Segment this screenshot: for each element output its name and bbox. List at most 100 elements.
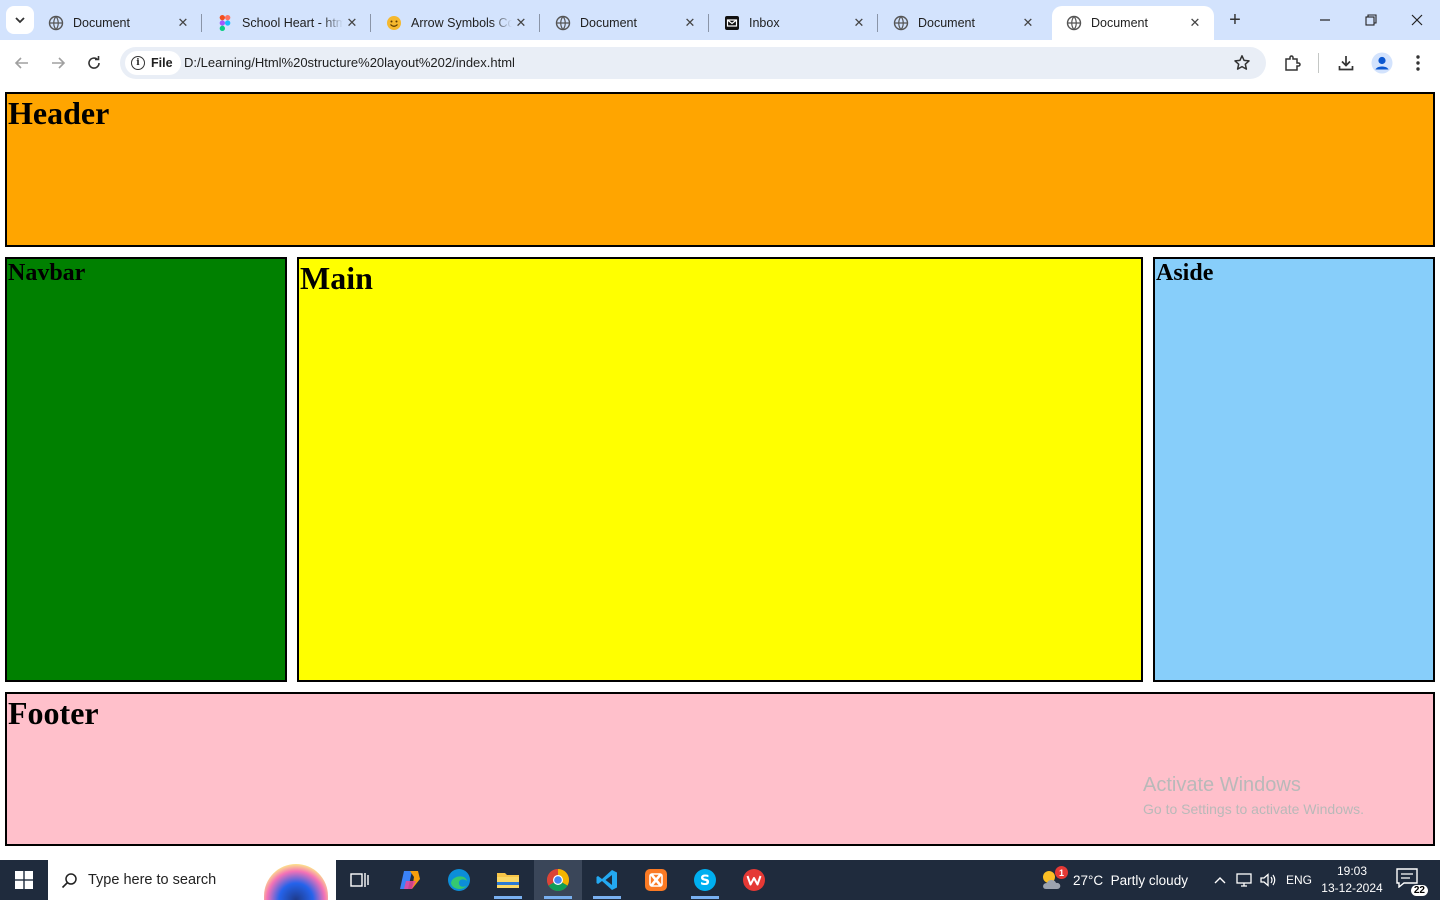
main-section: Main xyxy=(297,257,1143,682)
close-window-button[interactable] xyxy=(1394,0,1440,40)
language-indicator[interactable]: ENG xyxy=(1286,860,1312,900)
header-section: Header xyxy=(5,92,1435,247)
extensions-icon[interactable] xyxy=(1280,51,1304,75)
taskbar-wps-office[interactable] xyxy=(730,860,778,900)
taskbar-edge[interactable] xyxy=(435,860,483,900)
profile-avatar-icon[interactable] xyxy=(1370,51,1394,75)
speaker-icon xyxy=(1260,873,1276,887)
address-bar[interactable]: i File D:/Learning/Html%20structure%20la… xyxy=(120,47,1266,79)
show-hidden-icons-button[interactable] xyxy=(1208,860,1232,900)
windows-logo-icon xyxy=(15,871,33,889)
tab-title: School Heart - htm xyxy=(242,16,343,30)
toolbar-divider xyxy=(1318,53,1319,73)
taskbar-chrome[interactable] xyxy=(534,860,582,900)
tab-title: Document xyxy=(918,16,975,30)
taskbar-vscode[interactable] xyxy=(583,860,631,900)
folder-icon xyxy=(497,873,519,888)
weather-text: 27°C Partly cloudy xyxy=(1073,872,1188,888)
vscode-icon xyxy=(596,870,617,890)
bookmark-star-icon[interactable] xyxy=(1232,53,1252,73)
aside-section: Aside xyxy=(1153,257,1435,682)
close-icon[interactable]: ✕ xyxy=(1019,14,1037,32)
search-placeholder: Type here to search xyxy=(88,872,217,888)
close-icon[interactable]: ✕ xyxy=(681,14,699,32)
site-info-chip[interactable]: i File xyxy=(125,51,181,75)
svg-text:S: S xyxy=(700,873,710,889)
restore-icon xyxy=(1365,14,1377,26)
notification-center-button[interactable]: 22 xyxy=(1396,868,1428,896)
minimize-button[interactable] xyxy=(1302,0,1348,40)
xampp-icon xyxy=(645,869,667,891)
tab-document-2[interactable]: Document ✕ xyxy=(541,6,709,40)
weather-widget[interactable]: 1 27°C Partly cloudy xyxy=(1040,860,1188,900)
tab-separator xyxy=(201,14,202,32)
tab-document-active[interactable]: Document ✕ xyxy=(1052,6,1214,40)
activate-windows-watermark: Activate Windows Go to Settings to activ… xyxy=(1143,774,1364,817)
reload-button[interactable] xyxy=(80,49,108,77)
wps-office-icon xyxy=(743,869,765,891)
tab-arrow-symbols[interactable]: Arrow Symbols Co ✕ xyxy=(372,6,540,40)
tab-title: Inbox xyxy=(749,16,780,30)
menu-kebab-icon[interactable] xyxy=(1406,51,1430,75)
globe-icon xyxy=(893,15,909,31)
clock-time: 19:03 xyxy=(1336,864,1368,878)
url-text[interactable]: D:/Learning/Html%20structure%20layout%20… xyxy=(184,55,515,70)
scheme-label: File xyxy=(151,56,173,70)
navbar-section: Navbar xyxy=(5,257,287,682)
tab-document-3[interactable]: Document ✕ xyxy=(879,6,1047,40)
weather-icon: 1 xyxy=(1040,866,1068,891)
taskbar-xampp[interactable] xyxy=(632,860,680,900)
back-button[interactable] xyxy=(8,49,36,77)
watermark-subtitle: Go to Settings to activate Windows. xyxy=(1143,801,1364,817)
taskbar-search-box[interactable]: Type here to search xyxy=(48,860,336,900)
emoji-icon xyxy=(386,15,402,31)
start-button[interactable] xyxy=(0,860,48,900)
globe-icon xyxy=(48,15,64,31)
close-icon[interactable]: ✕ xyxy=(850,14,868,32)
browser-toolbar: i File D:/Learning/Html%20structure%20la… xyxy=(0,40,1440,86)
aside-heading: Aside xyxy=(1156,260,1214,286)
close-icon[interactable]: ✕ xyxy=(1186,14,1204,32)
system-clock[interactable]: 19:03 13-12-2024 xyxy=(1318,863,1386,897)
minimize-icon xyxy=(1320,19,1330,21)
tab-document-1[interactable]: Document ✕ xyxy=(34,6,202,40)
globe-icon xyxy=(1066,15,1082,31)
new-tab-button[interactable]: + xyxy=(1222,8,1248,32)
task-view-button[interactable] xyxy=(336,860,384,900)
page-viewport: Header Navbar Main Aside Footer Activate… xyxy=(0,86,1440,860)
tab-inbox[interactable]: Inbox ✕ xyxy=(710,6,878,40)
restore-button[interactable] xyxy=(1348,0,1394,40)
tab-title: Document xyxy=(580,16,637,30)
taskbar-copilot[interactable] xyxy=(386,860,434,900)
footer-section: Footer xyxy=(5,692,1435,846)
tab-title: Document xyxy=(1091,16,1148,30)
weather-alert-badge: 1 xyxy=(1055,866,1068,879)
close-icon[interactable]: ✕ xyxy=(174,14,192,32)
notification-count-badge: 22 xyxy=(1410,885,1428,896)
chevron-down-icon xyxy=(15,17,25,24)
tab-school-heart[interactable]: School Heart - htm ✕ xyxy=(203,6,371,40)
close-icon[interactable]: ✕ xyxy=(343,14,361,32)
figma-icon xyxy=(217,15,233,31)
main-heading: Main xyxy=(300,260,373,296)
windows-taskbar: Type here to search S 1 27°C Partly clou… xyxy=(0,860,1440,900)
tab-title: Arrow Symbols Co xyxy=(411,16,512,30)
arrow-left-icon xyxy=(14,57,28,69)
search-highlight-image xyxy=(264,864,328,900)
close-icon xyxy=(1411,14,1423,26)
network-status[interactable] xyxy=(1233,860,1257,900)
reload-icon xyxy=(88,56,100,69)
skype-icon: S xyxy=(694,869,716,891)
globe-icon xyxy=(555,15,571,31)
tab-search-button[interactable] xyxy=(6,6,34,34)
tab-separator xyxy=(877,14,878,32)
tab-separator xyxy=(708,14,709,32)
close-icon[interactable]: ✕ xyxy=(512,14,530,32)
tab-strip: Document ✕ School Heart - htm ✕ Arrow Sy… xyxy=(0,0,1440,40)
taskbar-file-explorer[interactable] xyxy=(484,860,532,900)
download-icon[interactable] xyxy=(1334,51,1358,75)
taskbar-skype[interactable]: S xyxy=(681,860,729,900)
volume-control[interactable] xyxy=(1256,860,1280,900)
forward-button[interactable] xyxy=(44,49,72,77)
network-icon xyxy=(1236,873,1252,887)
